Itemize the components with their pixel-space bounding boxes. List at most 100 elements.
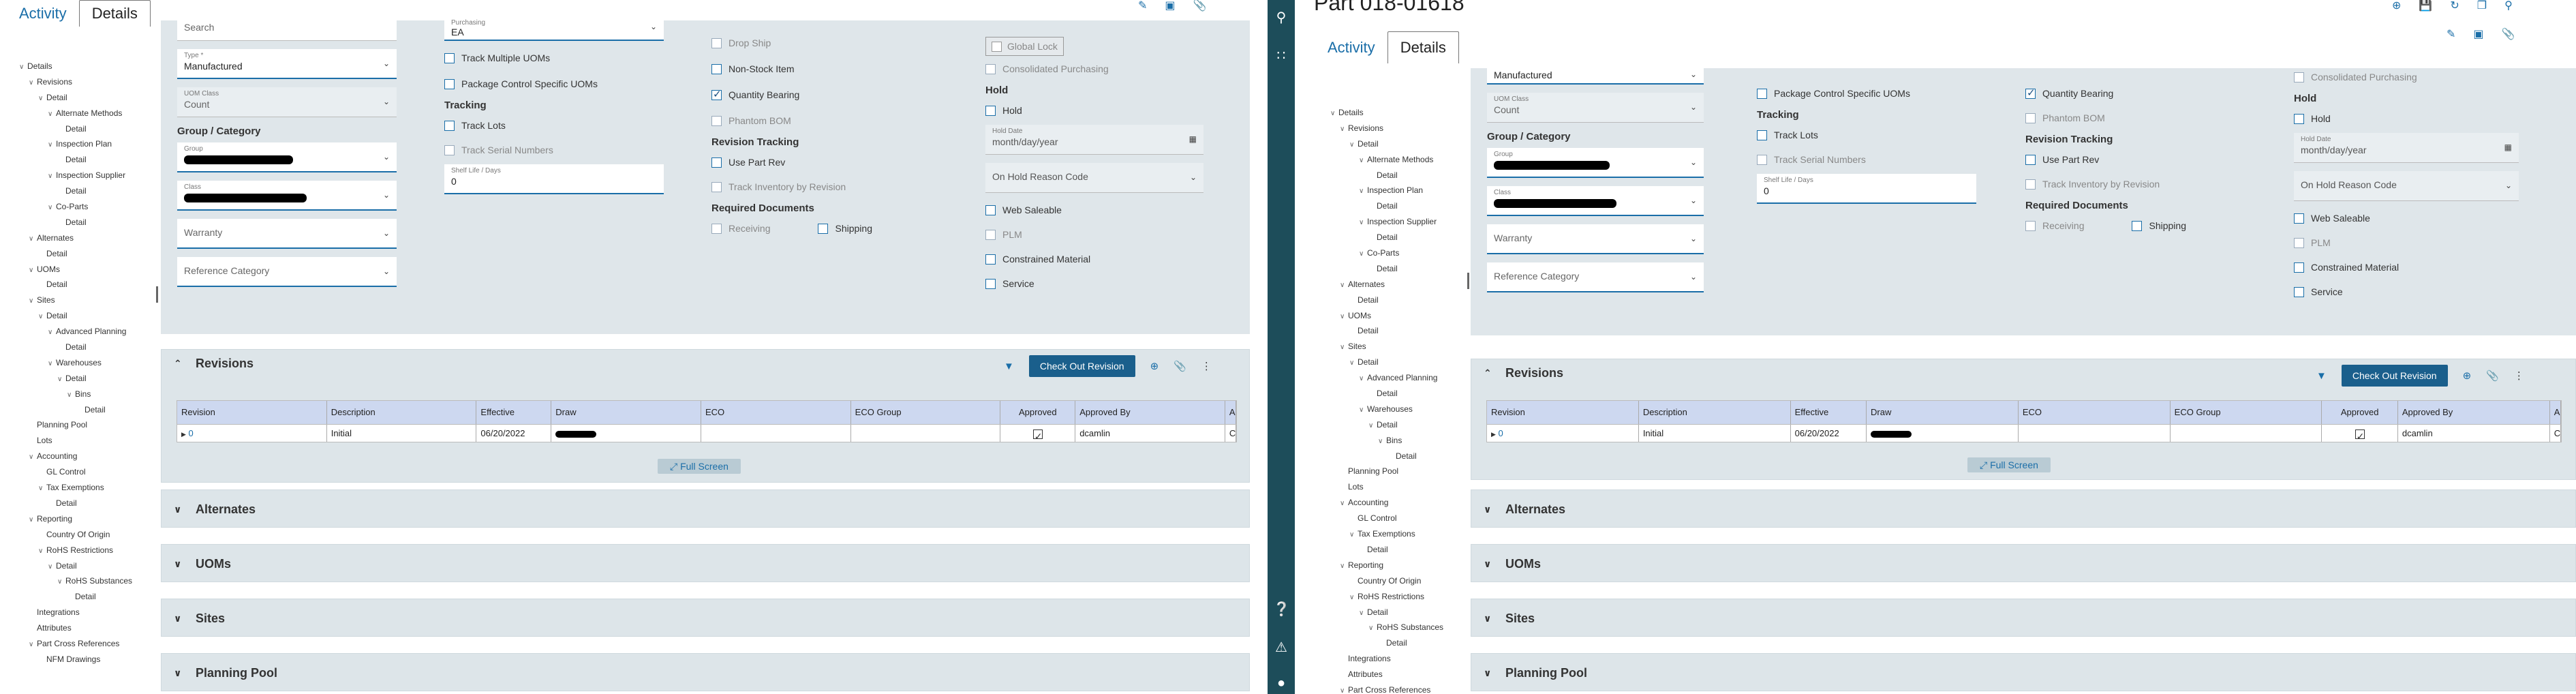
- chevron-down-icon[interactable]: ∨: [174, 504, 183, 515]
- chevron-down-icon[interactable]: ∨: [38, 310, 46, 325]
- chevron-down-icon[interactable]: ∨: [48, 169, 56, 185]
- chevron-down-icon[interactable]: ∨: [38, 91, 46, 107]
- tree-item[interactable]: ∨ Part Cross References: [19, 636, 155, 652]
- chevron-down-icon[interactable]: ∨: [1368, 419, 1377, 434]
- column-header[interactable]: Draw: [1867, 401, 2019, 424]
- use-part-rev-checkbox[interactable]: Use Part Rev: [2025, 151, 2271, 168]
- section-header[interactable]: ∨ Sites: [162, 599, 1249, 637]
- chevron-down-icon[interactable]: ∨: [1484, 558, 1493, 570]
- tree-item[interactable]: ∨ Sites: [19, 292, 155, 308]
- plm-checkbox[interactable]: PLM: [2294, 234, 2519, 252]
- type-select[interactable]: Manufactured ⌄: [1487, 68, 1704, 85]
- phantom-bom-checkbox[interactable]: Phantom BOM: [711, 112, 957, 130]
- help-icon[interactable]: ❔: [1273, 601, 1290, 618]
- column-header[interactable]: ECO: [2019, 401, 2171, 424]
- column-header[interactable]: ECO Group: [2171, 401, 2322, 424]
- tree-item[interactable]: Detail: [1330, 261, 1467, 277]
- tree-item[interactable]: ∨ Inspection Plan: [19, 136, 155, 152]
- chevron-down-icon[interactable]: ∨: [1349, 356, 1358, 372]
- tree-item[interactable]: ∨ Detail: [1330, 136, 1467, 152]
- tree-item[interactable]: ∨ Inspection Plan: [1330, 183, 1467, 198]
- column-header[interactable]: A: [2550, 401, 2561, 424]
- tree-item[interactable]: ∨ Reporting: [1330, 558, 1467, 573]
- tree-item[interactable]: ∨ Detail: [1330, 605, 1467, 620]
- shipping-checkbox[interactable]: Shipping: [2132, 217, 2186, 235]
- chevron-down-icon[interactable]: ∨: [174, 613, 183, 624]
- tree-item[interactable]: Country Of Origin: [1330, 573, 1467, 589]
- hold-date-input[interactable]: Hold Date month/day/year ▦: [2294, 133, 2519, 163]
- tree-item[interactable]: ∨ Alternates: [19, 230, 155, 246]
- check-out-revision-button[interactable]: Check Out Revision: [1028, 355, 1135, 377]
- tree-scrollbar[interactable]: [1467, 273, 1469, 289]
- chevron-down-icon[interactable]: ∨: [29, 232, 37, 247]
- web-saleable-checkbox[interactable]: Web Saleable: [985, 201, 1203, 219]
- plm-checkbox[interactable]: PLM: [985, 226, 1203, 243]
- tree-item[interactable]: ∨ RoHS Substances: [19, 573, 155, 589]
- tree-item[interactable]: ∨ Sites: [1330, 339, 1467, 354]
- phantom-bom-checkbox[interactable]: Phantom BOM: [2025, 109, 2271, 127]
- quantity-bearing-checkbox[interactable]: Quantity Bearing: [711, 86, 957, 104]
- tree-item[interactable]: Attributes: [19, 620, 155, 636]
- constrained-material-checkbox[interactable]: Constrained Material: [985, 250, 1203, 268]
- paperclip-icon[interactable]: 📎: [2486, 369, 2499, 382]
- section-header[interactable]: ∨ Planning Pool: [162, 654, 1249, 692]
- calendar-icon[interactable]: ▦: [1189, 134, 1197, 144]
- tree-item[interactable]: ∨ Detail: [19, 308, 155, 324]
- chevron-down-icon[interactable]: ∨: [1340, 310, 1348, 325]
- section-header[interactable]: ∨ UOMs: [1471, 545, 2575, 583]
- tree-item[interactable]: Detail: [1330, 168, 1467, 183]
- tree-item[interactable]: ∨ RoHS Restrictions: [1330, 589, 1467, 605]
- tree-item[interactable]: Integrations: [1330, 651, 1467, 667]
- section-planning-pool[interactable]: ∨ Planning Pool: [1471, 653, 2576, 691]
- chevron-down-icon[interactable]: ∨: [29, 450, 37, 466]
- add-circle-icon[interactable]: ⊕: [2463, 369, 2472, 382]
- tree-item[interactable]: ∨ RoHS Restrictions: [19, 543, 155, 558]
- tree-item[interactable]: Detail: [19, 183, 155, 199]
- use-part-rev-checkbox[interactable]: Use Part Rev: [711, 153, 957, 171]
- on-hold-reason-select[interactable]: On Hold Reason Code ⌄: [2294, 171, 2519, 201]
- chevron-down-icon[interactable]: ∨: [1340, 559, 1348, 575]
- column-header[interactable]: ECO: [701, 401, 851, 424]
- chevron-down-icon[interactable]: ∨: [48, 138, 56, 153]
- chevron-down-icon[interactable]: ∨: [1340, 496, 1348, 512]
- tree-item[interactable]: ∨ Revisions: [19, 74, 155, 90]
- chevron-down-icon[interactable]: ∨: [1378, 434, 1386, 450]
- tab-details[interactable]: Details: [1387, 31, 1459, 63]
- column-header[interactable]: Revision: [177, 401, 327, 424]
- type-select[interactable]: Type * Manufactured ⌄: [177, 49, 397, 79]
- tree-item[interactable]: ∨ Co-Parts: [1330, 245, 1467, 261]
- tree-item[interactable]: Detail: [19, 277, 155, 292]
- chevron-down-icon[interactable]: ∨: [1340, 122, 1348, 138]
- chevron-down-icon[interactable]: ∨: [1484, 504, 1493, 515]
- tree-item[interactable]: ∨ Reporting: [19, 511, 155, 527]
- section-header[interactable]: ∨ Alternates: [1471, 490, 2575, 528]
- tree-item[interactable]: ∨ RoHS Substances: [1330, 620, 1467, 635]
- chevron-down-icon[interactable]: ∨: [67, 388, 75, 404]
- paperclip-icon[interactable]: 📎: [2502, 27, 2515, 41]
- user-icon[interactable]: ●: [1273, 675, 1289, 691]
- chevron-down-icon[interactable]: ∨: [1359, 372, 1367, 387]
- chevron-down-icon[interactable]: ∨: [1359, 184, 1367, 200]
- chevron-down-icon[interactable]: ∨: [48, 560, 56, 575]
- tree-item[interactable]: ∨ Accounting: [1330, 495, 1467, 511]
- reference-category-select[interactable]: Reference Category ⌄: [177, 257, 397, 287]
- section-uoms[interactable]: ∨ UOMs: [1471, 544, 2576, 582]
- paperclip-icon[interactable]: 📎: [1174, 360, 1186, 372]
- tree-item[interactable]: Detail: [19, 402, 155, 418]
- search-icon[interactable]: ⚲: [1273, 10, 1289, 26]
- tree-item[interactable]: Country Of Origin: [19, 527, 155, 543]
- tree-item[interactable]: ∨ Bins: [1330, 433, 1467, 449]
- reference-category-select[interactable]: Reference Category ⌄: [1487, 262, 1704, 292]
- layout-icon[interactable]: ▣: [1165, 0, 1175, 12]
- tree-item[interactable]: ∨ Inspection Supplier: [1330, 214, 1467, 230]
- table-row[interactable]: ▶ 0Initial06/20/2022dcamlinC: [177, 424, 1236, 442]
- tree-item[interactable]: Detail: [1330, 292, 1467, 308]
- chevron-down-icon[interactable]: ∨: [1359, 403, 1367, 419]
- tree-item[interactable]: ∨ Advanced Planning: [1330, 370, 1467, 386]
- tree-item[interactable]: Detail: [1330, 449, 1467, 464]
- tree-item[interactable]: Detail: [1330, 323, 1467, 339]
- warranty-select[interactable]: Warranty ⌄: [1487, 224, 1704, 254]
- uom-class-select[interactable]: UOM Class Count ⌄: [1487, 93, 1704, 123]
- column-header[interactable]: Approved: [2322, 401, 2398, 424]
- track-inventory-revision-checkbox[interactable]: Track Inventory by Revision: [2025, 175, 2271, 193]
